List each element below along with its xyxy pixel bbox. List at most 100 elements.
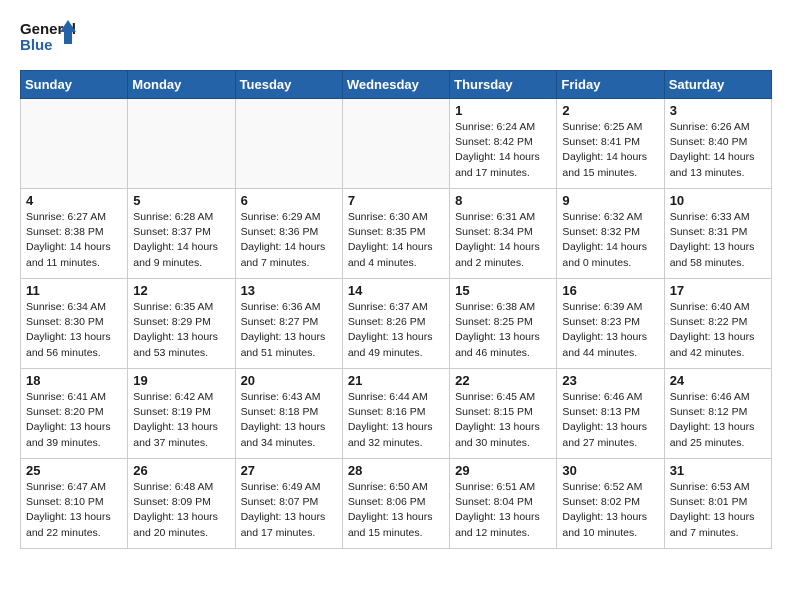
calendar-cell: 20Sunrise: 6:43 AMSunset: 8:18 PMDayligh… <box>235 369 342 459</box>
day-info: Sunrise: 6:50 AMSunset: 8:06 PMDaylight:… <box>348 480 444 541</box>
calendar-cell: 14Sunrise: 6:37 AMSunset: 8:26 PMDayligh… <box>342 279 449 369</box>
week-row-4: 18Sunrise: 6:41 AMSunset: 8:20 PMDayligh… <box>21 369 772 459</box>
day-info: Sunrise: 6:45 AMSunset: 8:15 PMDaylight:… <box>455 390 551 451</box>
day-info: Sunrise: 6:25 AMSunset: 8:41 PMDaylight:… <box>562 120 658 181</box>
calendar-cell: 18Sunrise: 6:41 AMSunset: 8:20 PMDayligh… <box>21 369 128 459</box>
calendar-header-tuesday: Tuesday <box>235 71 342 99</box>
day-info: Sunrise: 6:29 AMSunset: 8:36 PMDaylight:… <box>241 210 337 271</box>
calendar-header-friday: Friday <box>557 71 664 99</box>
calendar-header-sunday: Sunday <box>21 71 128 99</box>
day-info: Sunrise: 6:26 AMSunset: 8:40 PMDaylight:… <box>670 120 766 181</box>
day-info: Sunrise: 6:33 AMSunset: 8:31 PMDaylight:… <box>670 210 766 271</box>
day-info: Sunrise: 6:38 AMSunset: 8:25 PMDaylight:… <box>455 300 551 361</box>
day-number: 19 <box>133 373 229 388</box>
week-row-5: 25 Sunrise: 6:47 AMSunset: 8:10 PMDayligh… <box>21 459 772 549</box>
page: General Blue SundayMondayTuesdayWednesda… <box>0 0 792 569</box>
calendar-cell: 19 Sunrise: 6:42 AMSunset: 8:19 PMDayligh… <box>128 369 235 459</box>
calendar-cell: 11 Sunrise: 6:34 AMSunset: 8:30 PMDayligh… <box>21 279 128 369</box>
day-number: 29 <box>455 463 551 478</box>
day-number: 1 <box>455 103 551 118</box>
calendar-cell: 9 Sunrise: 6:32 AMSunset: 8:32 PMDaylight… <box>557 189 664 279</box>
day-info: Sunrise: 6:49 AMSunset: 8:07 PMDaylight:… <box>241 480 337 541</box>
calendar-cell: 13 Sunrise: 6:36 AMSunset: 8:27 PMDayligh… <box>235 279 342 369</box>
day-info: Sunrise: 6:28 AMSunset: 8:37 PMDaylight:… <box>133 210 229 271</box>
day-number: 14 <box>348 283 444 298</box>
day-info: Sunrise: 6:40 AMSunset: 8:22 PMDaylight:… <box>670 300 766 361</box>
calendar-header-thursday: Thursday <box>450 71 557 99</box>
day-number: 24 <box>670 373 766 388</box>
svg-text:Blue: Blue <box>20 37 53 54</box>
day-number: 13 <box>241 283 337 298</box>
calendar-header-wednesday: Wednesday <box>342 71 449 99</box>
calendar-cell: 31 Sunrise: 6:53 AMSunset: 8:01 PMDayligh… <box>664 459 771 549</box>
calendar-cell: 23Sunrise: 6:46 AMSunset: 8:13 PMDayligh… <box>557 369 664 459</box>
calendar-cell: 26Sunrise: 6:48 AMSunset: 8:09 PMDayligh… <box>128 459 235 549</box>
day-number: 15 <box>455 283 551 298</box>
day-number: 4 <box>26 193 122 208</box>
calendar-cell: 29 Sunrise: 6:51 AMSunset: 8:04 PMDayligh… <box>450 459 557 549</box>
day-info: Sunrise: 6:51 AMSunset: 8:04 PMDaylight:… <box>455 480 551 541</box>
day-number: 27 <box>241 463 337 478</box>
day-info: Sunrise: 6:32 AMSunset: 8:32 PMDaylight:… <box>562 210 658 271</box>
calendar-cell: 7 Sunrise: 6:30 AMSunset: 8:35 PMDaylight… <box>342 189 449 279</box>
day-number: 10 <box>670 193 766 208</box>
calendar-header-monday: Monday <box>128 71 235 99</box>
calendar-cell <box>235 99 342 189</box>
day-number: 5 <box>133 193 229 208</box>
day-number: 25 <box>26 463 122 478</box>
calendar-cell: 21Sunrise: 6:44 AMSunset: 8:16 PMDayligh… <box>342 369 449 459</box>
day-number: 12 <box>133 283 229 298</box>
calendar-cell: 4 Sunrise: 6:27 AMSunset: 8:38 PMDaylight… <box>21 189 128 279</box>
day-number: 18 <box>26 373 122 388</box>
day-info: Sunrise: 6:24 AMSunset: 8:42 PMDaylight:… <box>455 120 551 181</box>
day-number: 30 <box>562 463 658 478</box>
calendar-cell: 25 Sunrise: 6:47 AMSunset: 8:10 PMDayligh… <box>21 459 128 549</box>
calendar-cell: 24Sunrise: 6:46 AMSunset: 8:12 PMDayligh… <box>664 369 771 459</box>
calendar-header-saturday: Saturday <box>664 71 771 99</box>
day-number: 21 <box>348 373 444 388</box>
calendar-cell <box>21 99 128 189</box>
day-info: Sunrise: 6:34 AMSunset: 8:30 PMDaylight:… <box>26 300 122 361</box>
day-info: Sunrise: 6:39 AMSunset: 8:23 PMDaylight:… <box>562 300 658 361</box>
day-number: 8 <box>455 193 551 208</box>
day-info: Sunrise: 6:48 AMSunset: 8:09 PMDaylight:… <box>133 480 229 541</box>
day-info: Sunrise: 6:47 AMSunset: 8:10 PMDaylight:… <box>26 480 122 541</box>
day-number: 23 <box>562 373 658 388</box>
calendar-cell: 17Sunrise: 6:40 AMSunset: 8:22 PMDayligh… <box>664 279 771 369</box>
day-number: 20 <box>241 373 337 388</box>
day-info: Sunrise: 6:31 AMSunset: 8:34 PMDaylight:… <box>455 210 551 271</box>
day-number: 3 <box>670 103 766 118</box>
calendar-cell: 2 Sunrise: 6:25 AMSunset: 8:41 PMDaylight… <box>557 99 664 189</box>
calendar-cell: 6 Sunrise: 6:29 AMSunset: 8:36 PMDaylight… <box>235 189 342 279</box>
header: General Blue <box>20 16 772 60</box>
calendar-cell: 3 Sunrise: 6:26 AMSunset: 8:40 PMDaylight… <box>664 99 771 189</box>
day-info: Sunrise: 6:42 AMSunset: 8:19 PMDaylight:… <box>133 390 229 451</box>
day-info: Sunrise: 6:36 AMSunset: 8:27 PMDaylight:… <box>241 300 337 361</box>
calendar-cell: 16Sunrise: 6:39 AMSunset: 8:23 PMDayligh… <box>557 279 664 369</box>
calendar-cell: 22 Sunrise: 6:45 AMSunset: 8:15 PMDayligh… <box>450 369 557 459</box>
day-number: 11 <box>26 283 122 298</box>
week-row-2: 4 Sunrise: 6:27 AMSunset: 8:38 PMDaylight… <box>21 189 772 279</box>
day-number: 9 <box>562 193 658 208</box>
day-number: 7 <box>348 193 444 208</box>
day-info: Sunrise: 6:27 AMSunset: 8:38 PMDaylight:… <box>26 210 122 271</box>
calendar-cell: 15 Sunrise: 6:38 AMSunset: 8:25 PMDayligh… <box>450 279 557 369</box>
day-info: Sunrise: 6:30 AMSunset: 8:35 PMDaylight:… <box>348 210 444 271</box>
calendar-cell: 30 Sunrise: 6:52 AMSunset: 8:02 PMDayligh… <box>557 459 664 549</box>
calendar-cell: 10 Sunrise: 6:33 AMSunset: 8:31 PMDayligh… <box>664 189 771 279</box>
logo-icon: General Blue <box>20 16 80 60</box>
day-info: Sunrise: 6:53 AMSunset: 8:01 PMDaylight:… <box>670 480 766 541</box>
day-number: 28 <box>348 463 444 478</box>
calendar-cell: 5 Sunrise: 6:28 AMSunset: 8:37 PMDaylight… <box>128 189 235 279</box>
day-number: 2 <box>562 103 658 118</box>
calendar-cell <box>128 99 235 189</box>
day-info: Sunrise: 6:35 AMSunset: 8:29 PMDaylight:… <box>133 300 229 361</box>
calendar-cell: 28 Sunrise: 6:50 AMSunset: 8:06 PMDayligh… <box>342 459 449 549</box>
logo: General Blue <box>20 16 80 60</box>
day-number: 22 <box>455 373 551 388</box>
day-number: 6 <box>241 193 337 208</box>
calendar-cell: 8 Sunrise: 6:31 AMSunset: 8:34 PMDaylight… <box>450 189 557 279</box>
week-row-1: 1 Sunrise: 6:24 AMSunset: 8:42 PMDaylight… <box>21 99 772 189</box>
day-number: 31 <box>670 463 766 478</box>
day-info: Sunrise: 6:52 AMSunset: 8:02 PMDaylight:… <box>562 480 658 541</box>
